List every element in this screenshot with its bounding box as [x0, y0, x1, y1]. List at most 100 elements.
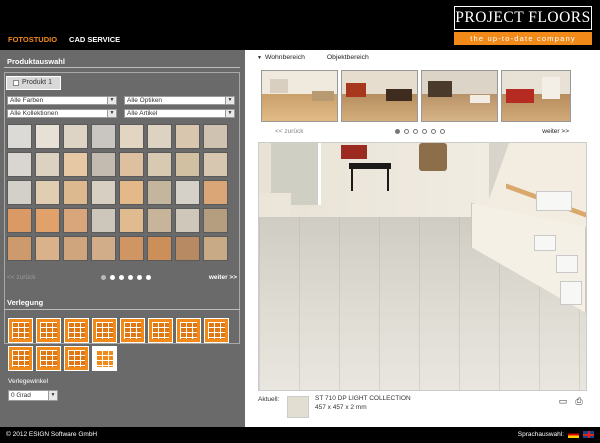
- floor-swatch[interactable]: [7, 152, 32, 177]
- pager-dot[interactable]: [137, 275, 142, 280]
- floor-swatch[interactable]: [35, 124, 60, 149]
- floor-swatch[interactable]: [175, 180, 200, 205]
- room-pager: << zurück weiter >>: [275, 128, 569, 138]
- room-thumbnail[interactable]: [261, 70, 338, 122]
- floor-swatch[interactable]: [147, 152, 172, 177]
- floor-swatch[interactable]: [91, 236, 116, 261]
- filter-collections-select[interactable]: Alle Kollektionen ▼: [7, 109, 117, 118]
- floor-swatch[interactable]: [35, 208, 60, 233]
- floor-swatch[interactable]: [203, 236, 228, 261]
- floor-swatch[interactable]: [7, 236, 32, 261]
- tile-pattern-icon: [40, 322, 57, 339]
- layout-pattern-option[interactable]: [92, 346, 117, 371]
- logo[interactable]: PROJECT FLOORS the up-to-date company: [454, 6, 592, 46]
- floor-swatch[interactable]: [119, 236, 144, 261]
- floor-swatch[interactable]: [35, 236, 60, 261]
- floor-swatch[interactable]: [63, 180, 88, 205]
- tab-product-1[interactable]: Produkt 1: [6, 76, 61, 90]
- pager-dot[interactable]: [422, 129, 427, 134]
- floor-swatch[interactable]: [35, 152, 60, 177]
- floor-swatch[interactable]: [147, 124, 172, 149]
- german-flag-icon[interactable]: [568, 431, 579, 438]
- pager-dots: [395, 129, 445, 134]
- divider: [4, 67, 240, 68]
- layout-pattern-option[interactable]: [36, 318, 61, 343]
- floor-swatch[interactable]: [203, 152, 228, 177]
- tile-pattern-icon: [180, 322, 197, 339]
- floor-swatch[interactable]: [119, 124, 144, 149]
- floor-swatch[interactable]: [63, 236, 88, 261]
- pager-forward-link[interactable]: weiter >>: [209, 274, 237, 281]
- layout-pattern-option[interactable]: [120, 318, 145, 343]
- tile-pattern-icon: [68, 350, 85, 367]
- pager-forward-link[interactable]: weiter >>: [542, 128, 569, 135]
- floor-swatch[interactable]: [91, 152, 116, 177]
- floor-swatch[interactable]: [175, 236, 200, 261]
- pager-dot[interactable]: [404, 129, 409, 134]
- pager-back-link[interactable]: << zurück: [275, 128, 304, 135]
- pager-dot[interactable]: [119, 275, 124, 280]
- printer-icon[interactable]: ⎙: [573, 396, 585, 406]
- floor-swatch[interactable]: [147, 208, 172, 233]
- floor-swatch[interactable]: [7, 124, 32, 149]
- floor-swatch[interactable]: [147, 180, 172, 205]
- floor-swatch[interactable]: [119, 180, 144, 205]
- room-thumbnail[interactable]: [421, 70, 498, 122]
- floor-swatch[interactable]: [7, 208, 32, 233]
- pager-dot[interactable]: [110, 275, 115, 280]
- copyright: © 2012 ESIGN Software GmbH: [6, 431, 98, 438]
- layout-pattern-option[interactable]: [176, 318, 201, 343]
- floor-swatch[interactable]: [147, 236, 172, 261]
- pager-dot[interactable]: [413, 129, 418, 134]
- floor-swatch[interactable]: [119, 208, 144, 233]
- room-thumbnail[interactable]: [501, 70, 571, 122]
- floor-swatch[interactable]: [175, 208, 200, 233]
- main-nav: FOTOSTUDIO CAD SERVICE: [8, 35, 120, 44]
- floor-swatch[interactable]: [203, 124, 228, 149]
- pager-dot[interactable]: [128, 275, 133, 280]
- layout-pattern-option[interactable]: [64, 346, 89, 371]
- pager-dot[interactable]: [146, 275, 151, 280]
- uk-flag-icon[interactable]: [583, 431, 594, 438]
- filter-articles-select[interactable]: Alle Artikel ▼: [124, 109, 235, 118]
- monitor-icon[interactable]: ▭: [557, 396, 569, 406]
- floor-swatch[interactable]: [35, 180, 60, 205]
- chevron-down-icon: ▼: [107, 110, 116, 117]
- room-thumbnail[interactable]: [341, 70, 418, 122]
- filter-colors-select[interactable]: Alle Farben ▼: [7, 96, 117, 105]
- nav-fotostudio[interactable]: FOTOSTUDIO: [8, 35, 57, 44]
- tab-wohnbereich[interactable]: ▼ Wohnbereich: [257, 54, 305, 61]
- floor-swatch[interactable]: [91, 208, 116, 233]
- layout-pattern-option[interactable]: [8, 318, 33, 343]
- nav-cad-service[interactable]: CAD SERVICE: [69, 35, 120, 44]
- pager-dot[interactable]: [440, 129, 445, 134]
- floor-swatch[interactable]: [91, 124, 116, 149]
- layout-pattern-option[interactable]: [92, 318, 117, 343]
- floor-swatch[interactable]: [175, 124, 200, 149]
- layout-pattern-option[interactable]: [64, 318, 89, 343]
- floor-swatch[interactable]: [91, 180, 116, 205]
- tile-pattern-icon: [12, 350, 29, 367]
- tile-pattern-icon: [12, 322, 29, 339]
- pager-dot[interactable]: [101, 275, 106, 280]
- filter-optics-select[interactable]: Alle Optiken ▼: [124, 96, 235, 105]
- pager-dot[interactable]: [431, 129, 436, 134]
- floor-swatch[interactable]: [7, 180, 32, 205]
- layout-pattern-option[interactable]: [148, 318, 173, 343]
- floor-swatch[interactable]: [63, 208, 88, 233]
- floor-swatch[interactable]: [203, 180, 228, 205]
- pager-back-link[interactable]: << zurück: [7, 274, 36, 281]
- floor-swatch[interactable]: [175, 152, 200, 177]
- left-panel: Produktauswahl Produkt 1 Alle Farben ▼ A…: [0, 50, 245, 427]
- layout-pattern-option[interactable]: [8, 346, 33, 371]
- layout-pattern-option[interactable]: [204, 318, 229, 343]
- floor-swatch[interactable]: [63, 124, 88, 149]
- tab-objektbereich[interactable]: Objektbereich: [327, 54, 369, 61]
- pager-dot[interactable]: [395, 129, 400, 134]
- floor-swatch[interactable]: [203, 208, 228, 233]
- tile-pattern-icon: [96, 322, 113, 339]
- angle-select[interactable]: 0 Grad ▼: [8, 390, 58, 401]
- floor-swatch[interactable]: [63, 152, 88, 177]
- layout-pattern-option[interactable]: [36, 346, 61, 371]
- floor-swatch[interactable]: [119, 152, 144, 177]
